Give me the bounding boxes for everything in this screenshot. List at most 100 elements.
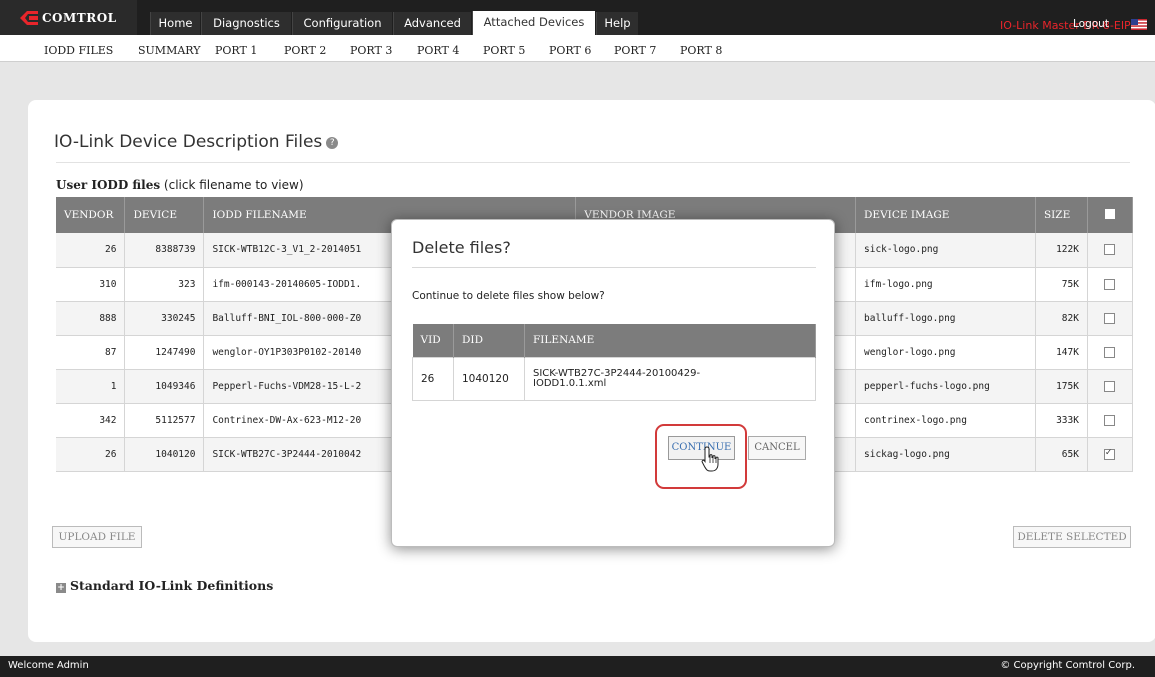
subnav-iodd-files[interactable]: IODD FILES — [44, 44, 113, 57]
col-did: DID — [453, 324, 525, 357]
brand-name: COMTROL — [42, 10, 117, 25]
cell-device: 8388739 — [124, 233, 205, 268]
cell-vendor: 87 — [56, 335, 126, 370]
cell-device-image: ifm-logo.png — [855, 267, 1036, 302]
section-label-bold: User IODD files — [56, 178, 161, 192]
row-checkbox[interactable] — [1104, 278, 1116, 290]
row-checkbox[interactable] — [1104, 414, 1116, 426]
us-flag-icon[interactable] — [1131, 19, 1147, 30]
section-label: User IODD files (click filename to view) — [56, 178, 304, 192]
comtrol-logo-icon — [20, 10, 38, 25]
cell-select[interactable] — [1087, 403, 1134, 438]
footer-bar: Welcome Admin © Copyright Comtrol Corp. — [0, 656, 1155, 677]
cell-device: 330245 — [124, 301, 205, 336]
welcome-text: Welcome Admin — [8, 660, 89, 671]
logout-link[interactable]: Logout — [1073, 18, 1109, 30]
cell-device: 5112577 — [124, 403, 205, 438]
tab-help[interactable]: Help — [596, 12, 638, 35]
page-title-text: IO-Link Device Description Files — [54, 132, 323, 152]
row-checkbox[interactable] — [1104, 346, 1116, 358]
subnav-port-3[interactable]: PORT 3 — [350, 44, 392, 57]
cell-select[interactable] — [1087, 267, 1134, 302]
col-filename: FILENAME — [524, 324, 816, 357]
subnav-port-5[interactable]: PORT 5 — [483, 44, 525, 57]
dialog-table-header-row: VID DID FILENAME — [412, 324, 816, 357]
cell-size: 65K — [1035, 437, 1088, 472]
subnav-port-4[interactable]: PORT 4 — [417, 44, 459, 57]
cell-vendor: 1 — [56, 369, 126, 404]
dialog-table-row: 26 1040120 SICK-WTB27C-3P2444-20100429- … — [412, 356, 816, 401]
tab-attached-devices[interactable]: Attached Devices — [472, 11, 595, 35]
tab-advanced[interactable]: Advanced — [393, 12, 471, 35]
col-size[interactable]: SIZE — [1035, 197, 1088, 233]
cell-device: 323 — [124, 267, 205, 302]
row-checkbox[interactable] — [1104, 380, 1116, 392]
standard-definitions-toggle[interactable]: + Standard IO-Link Definitions — [56, 578, 273, 593]
hand-pointer-icon — [701, 446, 721, 472]
device-name: IO-Link Master DR-8-EIP — [1000, 19, 1131, 32]
dialog-title: Delete files? — [412, 238, 511, 257]
subnav-port-8[interactable]: PORT 8 — [680, 44, 722, 57]
col-vendor[interactable]: VENDOR — [56, 197, 126, 233]
subnav-port-2[interactable]: PORT 2 — [284, 44, 326, 57]
subnav-port-6[interactable]: PORT 6 — [549, 44, 591, 57]
row-checkbox[interactable] — [1104, 244, 1116, 256]
delete-selected-button[interactable]: DELETE SELECTED — [1013, 526, 1131, 548]
tab-configuration[interactable]: Configuration — [292, 12, 392, 35]
cell-select[interactable] — [1087, 335, 1134, 370]
cell-did: 1040120 — [453, 356, 525, 401]
top-nav-bar: COMTROL Home Diagnostics Configuration A… — [0, 0, 1155, 35]
subnav-summary[interactable]: SUMMARY — [138, 44, 200, 57]
filename-line-1: SICK-WTB27C-3P2444-20100429- — [533, 367, 701, 379]
expand-plus-icon[interactable]: + — [56, 583, 66, 593]
comtrol-logo[interactable]: COMTROL — [0, 0, 137, 35]
cell-device-image: sickag-logo.png — [855, 437, 1036, 472]
col-device-image[interactable]: DEVICE IMAGE — [855, 197, 1036, 233]
cell-device-image: contrinex-logo.png — [855, 403, 1036, 438]
cell-vendor: 310 — [56, 267, 126, 302]
cell-size: 122K — [1035, 233, 1088, 268]
cell-size: 175K — [1035, 369, 1088, 404]
cell-device: 1049346 — [124, 369, 205, 404]
cell-filename: SICK-WTB27C-3P2444-20100429- IODD1.0.1.x… — [524, 356, 816, 401]
subnav-port-1[interactable]: PORT 1 — [215, 44, 257, 57]
cell-vendor: 26 — [56, 233, 126, 268]
cell-select[interactable] — [1087, 437, 1134, 472]
col-select-all[interactable] — [1087, 197, 1134, 233]
cell-device: 1247490 — [124, 335, 205, 370]
tab-diagnostics[interactable]: Diagnostics — [201, 12, 291, 35]
cell-size: 333K — [1035, 403, 1088, 438]
cell-vid: 26 — [412, 356, 454, 401]
cell-vendor: 26 — [56, 437, 126, 472]
cell-size: 82K — [1035, 301, 1088, 336]
delete-files-dialog: Delete files? Continue to delete files s… — [391, 219, 835, 547]
subnav-port-7[interactable]: PORT 7 — [614, 44, 656, 57]
cell-device: 1040120 — [124, 437, 205, 472]
row-checkbox[interactable] — [1104, 312, 1116, 324]
cell-device-image: balluff-logo.png — [855, 301, 1036, 336]
tab-home[interactable]: Home — [150, 12, 200, 35]
col-vid: VID — [412, 324, 454, 357]
cell-select[interactable] — [1087, 233, 1134, 268]
cell-vendor: 342 — [56, 403, 126, 438]
section-label-note: (click filename to view) — [160, 178, 304, 192]
delete-files-table: VID DID FILENAME 26 1040120 SICK-WTB27C-… — [412, 324, 816, 401]
row-checkbox-checked[interactable] — [1104, 447, 1116, 460]
filename-line-2: IODD1.0.1.xml — [533, 377, 607, 389]
cell-device-image: wenglor-logo.png — [855, 335, 1036, 370]
cell-select[interactable] — [1087, 301, 1134, 336]
dialog-divider — [412, 267, 816, 268]
col-device[interactable]: DEVICE — [124, 197, 205, 233]
page-title: IO-Link Device Description Files? — [54, 132, 339, 152]
cell-size: 147K — [1035, 335, 1088, 370]
upload-file-button[interactable]: UPLOAD FILE — [52, 526, 142, 548]
select-all-checkbox[interactable] — [1104, 208, 1115, 219]
cell-size: 75K — [1035, 267, 1088, 302]
title-divider — [56, 162, 1130, 163]
standard-definitions-label: Standard IO-Link Definitions — [70, 578, 274, 593]
cell-device-image: pepperl-fuchs-logo.png — [855, 369, 1036, 404]
help-icon[interactable]: ? — [326, 137, 339, 149]
cell-select[interactable] — [1087, 369, 1134, 404]
cancel-button[interactable]: CANCEL — [748, 436, 806, 460]
dialog-message: Continue to delete files show below? — [412, 290, 605, 302]
